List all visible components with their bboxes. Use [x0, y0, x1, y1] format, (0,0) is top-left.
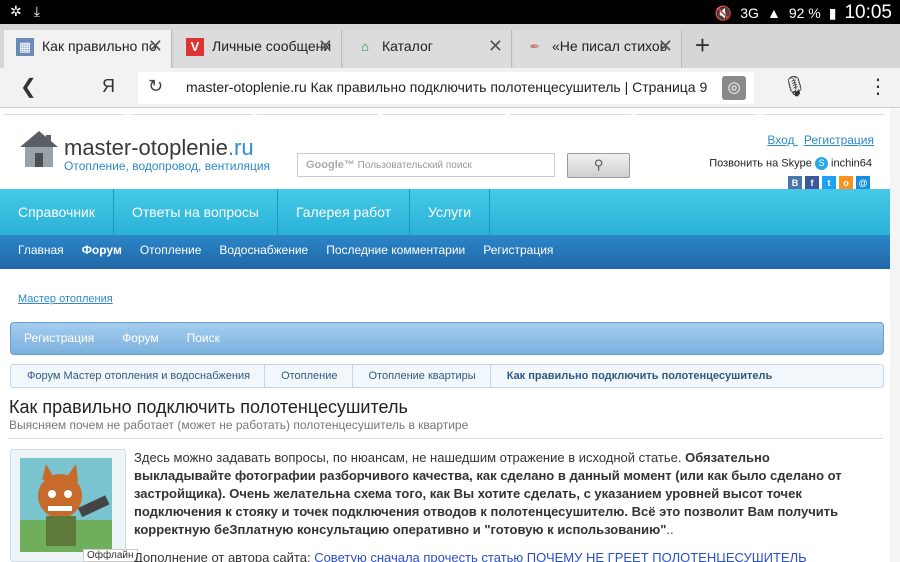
nav-gallery[interactable]: Галерея работ [278, 189, 411, 235]
twitter-icon[interactable]: t [822, 176, 836, 190]
nav-comments[interactable]: Последние комментарии [317, 235, 474, 269]
search-placeholder: Пользовательский поиск [357, 160, 472, 171]
close-icon[interactable]: ✕ [658, 30, 673, 62]
master-link[interactable]: Мастер отопления [18, 293, 113, 305]
vk-icon[interactable]: B [788, 176, 802, 190]
nav-heating[interactable]: Отопление [131, 235, 211, 269]
tab-messages[interactable]: V Личные сообщени ✕ [174, 30, 342, 68]
microphone-icon[interactable]: 🎙 [782, 74, 807, 99]
tab-poetry[interactable]: ✒ «Не писал стихов ✕ [514, 30, 682, 68]
forum-nav-forum[interactable]: Форум [108, 323, 172, 354]
nav-forum[interactable]: Форум [73, 235, 131, 269]
mail-icon[interactable]: @ [856, 176, 870, 190]
nav-registration[interactable]: Регистрация [474, 235, 562, 269]
site-header: master-otoplenie.ru Отопление, водопрово… [0, 109, 900, 190]
auth-links: Вход Регистрация [761, 133, 874, 147]
globe-icon[interactable]: ◎ [722, 76, 746, 100]
battery-icon: ▮ [828, 4, 837, 21]
tab-title: Как правильно по [42, 38, 157, 54]
grid-icon: ▦ [16, 38, 34, 56]
battery-level: 92 % [788, 5, 821, 21]
house-logo-icon[interactable] [18, 129, 60, 169]
tab-title: Каталог [382, 38, 433, 54]
skype-label: Позвонить на Skype [709, 157, 812, 170]
breadcrumb: Форум Мастер отопления и водоснабжения О… [10, 364, 884, 388]
breadcrumb-item[interactable]: Форум Мастер отопления и водоснабжения [11, 365, 266, 387]
page-content: master-otoplenie.ru Отопление, водопрово… [0, 109, 900, 562]
url-text[interactable]: master-otoplenie.ru Как правильно подклю… [186, 79, 707, 95]
user-info-panel: Оффлайн [10, 449, 138, 562]
addendum-link[interactable]: Советую сначала прочесть статью ПОЧЕМУ Н… [314, 550, 806, 562]
forum-nav-search[interactable]: Поиск [173, 323, 234, 354]
nav-water[interactable]: Водоснабжение [210, 235, 317, 269]
clock: 10:05 [844, 2, 892, 23]
post-addendum: Дополнение от автора сайта: Советую снач… [134, 549, 844, 562]
tab-active[interactable]: ▦ Как правильно по ✕ [4, 30, 172, 68]
social-links: B f t o @ [788, 176, 870, 190]
google-label: Google™ [306, 159, 355, 171]
addendum-label: Дополнение от автора сайта: [134, 550, 311, 562]
close-icon[interactable]: ✕ [488, 30, 503, 62]
thread-description: Выясняем почем не работает (может не раб… [9, 418, 469, 432]
download-icon: ⤓ [33, 3, 40, 19]
skype-username: inchin64 [831, 157, 872, 170]
settings-gear-icon: ✲ [10, 3, 22, 19]
user-status-badge: Оффлайн [83, 549, 138, 562]
signal-icon: ▲ [766, 5, 781, 21]
menu-dots-icon[interactable]: ⋮ [868, 74, 888, 99]
site-logo-title[interactable]: master-otoplenie.ru [64, 135, 254, 161]
main-navigation: Справочник Ответы на вопросы Галерея раб… [0, 189, 890, 235]
address-bar: ❮ Я ↻ master-otoplenie.ru Как правильно … [0, 68, 900, 108]
quill-icon: ✒ [529, 39, 541, 54]
close-icon[interactable]: ✕ [318, 30, 333, 62]
tab-catalog[interactable]: ⌂ Каталог ✕ [344, 30, 512, 68]
secondary-navigation: Главная Форум Отопление Водоснабжение По… [0, 235, 890, 269]
yandex-button[interactable]: Я [102, 76, 115, 97]
nav-reference[interactable]: Справочник [0, 189, 114, 235]
mute-icon: 🔇 [714, 4, 733, 21]
nav-answers[interactable]: Ответы на вопросы [114, 189, 278, 235]
post-body: Здесь можно задавать вопросы, по нюансам… [134, 449, 844, 562]
breadcrumb-item[interactable]: Отопление [265, 365, 353, 387]
tab-title: Личные сообщени [212, 38, 332, 54]
status-bar: ✲ ⤓ 🔇 3G ▲ 92 % ▮ 10:05 [0, 0, 900, 24]
nav-home[interactable]: Главная [0, 235, 73, 269]
back-arrow-icon[interactable]: ❮ [20, 74, 37, 99]
thread-title: Как правильно подключить полотенцесушите… [9, 397, 408, 417]
search-button[interactable]: ⚲ [567, 153, 630, 178]
login-link[interactable]: Вход [767, 133, 794, 147]
url-box[interactable]: ↻ master-otoplenie.ru Как правильно подк… [138, 72, 754, 104]
skype-call[interactable]: Позвонить на Skype S inchin64 [709, 157, 872, 170]
post-intro: Здесь можно задавать вопросы, по нюансам… [134, 450, 682, 465]
search-input[interactable]: Google™ Пользовательский поиск [297, 153, 555, 177]
facebook-icon[interactable]: f [805, 176, 819, 190]
new-tab-button[interactable]: + [695, 30, 710, 60]
scrollbar[interactable] [890, 109, 900, 562]
odnoklassniki-icon[interactable]: o [839, 176, 853, 190]
forum-nav-registration[interactable]: Регистрация [11, 323, 108, 354]
search-icon: ⚲ [593, 157, 604, 172]
close-icon[interactable]: ✕ [148, 30, 163, 62]
network-indicator: 3G [740, 5, 759, 21]
reload-icon[interactable]: ↻ [148, 76, 163, 97]
forum-navigation: Регистрация Форум Поиск [10, 322, 884, 355]
post-text: Здесь можно задавать вопросы, по нюансам… [134, 450, 842, 537]
breadcrumb-current[interactable]: Как правильно подключить полотенцесушите… [491, 365, 787, 387]
skype-icon: S [814, 157, 828, 170]
tab-title: «Не писал стихов [552, 38, 668, 54]
register-link[interactable]: Регистрация [804, 133, 874, 147]
breadcrumb-item[interactable]: Отопление квартиры [353, 365, 491, 387]
house-icon: ⌂ [361, 39, 369, 54]
v-icon: V [186, 38, 204, 56]
avatar[interactable] [20, 458, 112, 552]
tab-strip: ▦ Как правильно по ✕ V Личные сообщени ✕… [0, 24, 900, 68]
nav-services[interactable]: Услуги [410, 189, 491, 235]
site-logo-subtitle: Отопление, водопровод, вентиляция [64, 159, 271, 173]
divider [9, 438, 883, 439]
